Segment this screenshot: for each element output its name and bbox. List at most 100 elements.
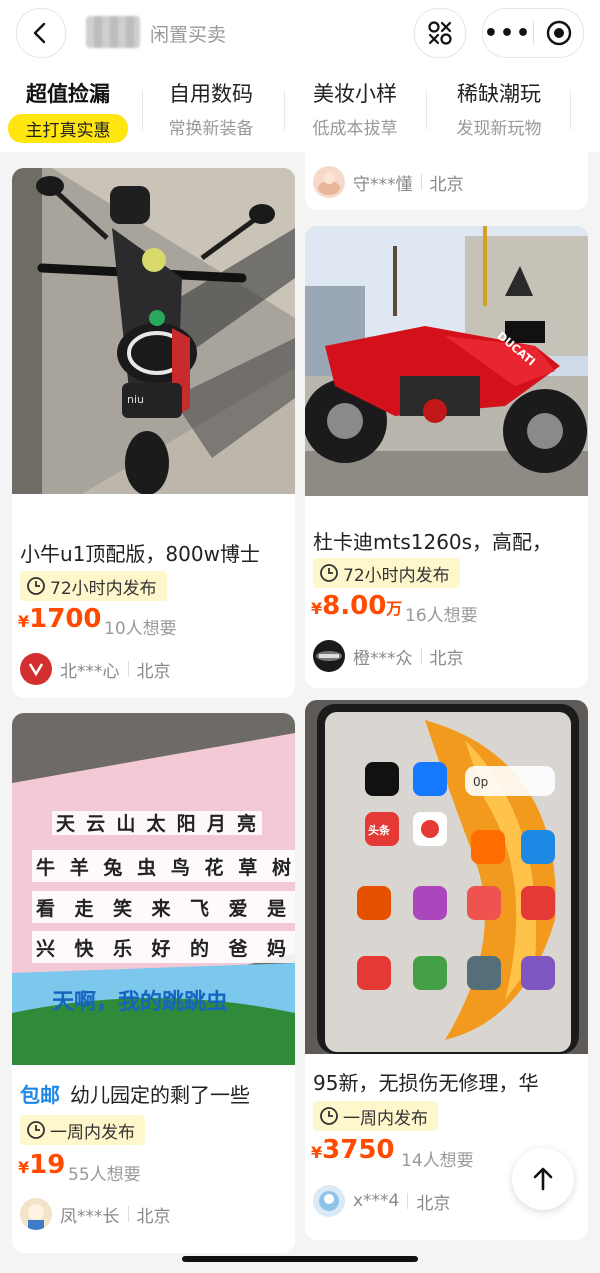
seller-row: 凤***长 北京 — [20, 1198, 171, 1230]
toutiao-label: 头条 — [368, 823, 391, 837]
want-count: 16人想要 — [405, 606, 478, 626]
tab-beauty[interactable]: 美妆小样 低成本拔草 — [302, 78, 408, 139]
widget-text: 0p — [473, 775, 488, 789]
seller-row: 北***心 北京 — [20, 653, 171, 685]
seller-row: 橙***众 北京 — [313, 640, 464, 672]
page-title: 闲置买卖 — [150, 24, 227, 46]
tab-subtitle: 低成本拔草 — [312, 119, 398, 139]
seller-city: 北京 — [429, 648, 464, 669]
publish-time-tag: 一周内发布 — [313, 1101, 438, 1131]
want-count: 55人想要 — [68, 1165, 141, 1185]
divider — [127, 661, 129, 677]
category-tabs: 超值捡漏 主打真实惠 自用数码 常换新装备 美妆小样 低成本拔草 稀缺潮玩 发现… — [0, 64, 600, 152]
price-symbol: ¥ — [18, 1158, 30, 1177]
seller-name: x***4 — [353, 1191, 400, 1211]
publish-time-text: 72小时内发布 — [343, 565, 450, 586]
tab-subtitle: 主打真实惠 — [8, 114, 128, 143]
close-target-icon — [546, 20, 571, 46]
clock-icon — [27, 1121, 45, 1139]
product-card[interactable]: niu 小牛u1顶配版，800w博士 72小时内发布 ¥1700 10人想要 北… — [12, 168, 295, 698]
price-symbol: ¥ — [18, 612, 30, 631]
arrow-up-icon — [533, 1167, 553, 1191]
more-dots-icon[interactable]: ••• — [483, 21, 533, 46]
publish-time-tag: 72小时内发布 — [20, 571, 167, 601]
scooter-brand-text: niu — [127, 393, 144, 406]
home-indicator[interactable] — [182, 1256, 418, 1262]
divider — [420, 174, 422, 190]
tab-divider — [284, 90, 285, 130]
product-title: 小牛u1顶配版，800w博士 — [20, 542, 260, 566]
tab-digital[interactable]: 自用数码 常换新装备 — [158, 78, 264, 139]
want-count: 14人想要 — [401, 1151, 474, 1171]
seller-avatar — [313, 1185, 345, 1217]
seller-row: x***4 北京 — [313, 1185, 450, 1217]
product-image: DUCATI — [305, 226, 588, 496]
seller-name: 橙***众 — [353, 648, 413, 669]
product-card[interactable]: DUCATI 杜卡迪mts1260s，高配， 72小时内发布 ¥8.00万 16… — [305, 226, 588, 688]
back-to-top-button[interactable] — [512, 1148, 574, 1210]
seller-name: 北***心 — [60, 661, 120, 682]
clock-icon — [320, 564, 338, 582]
product-card[interactable]: 天 云 山 太 阳 月 亮 牛 羊 兔 虫 鸟 花 草 树 看 走 笑 来 飞 … — [12, 713, 295, 1253]
price-value: 8.00 — [322, 591, 387, 621]
publish-time-text: 一周内发布 — [50, 1122, 135, 1143]
seller-city: 北京 — [136, 661, 171, 682]
tab-bargains[interactable]: 超值捡漏 主打真实惠 — [8, 78, 128, 143]
price-symbol: ¥ — [311, 599, 323, 618]
seller-city: 北京 — [416, 1193, 451, 1214]
mini-program-capsule: ••• — [482, 8, 584, 58]
product-title: 杜卡迪mts1260s，高配， — [313, 530, 553, 554]
back-button[interactable] — [16, 8, 66, 58]
clock-icon — [320, 1107, 338, 1125]
scan-button[interactable] — [414, 8, 466, 58]
price: ¥3750 — [311, 1135, 395, 1165]
char-row-1-text: 牛 羊 兔 虫 鸟 花 草 树 — [36, 856, 291, 879]
scan-icon — [428, 21, 452, 45]
seller-avatar — [20, 653, 52, 685]
price: ¥19 — [18, 1150, 65, 1180]
price: ¥1700 — [18, 604, 102, 634]
tab-subtitle: 发现新玩物 — [456, 119, 542, 139]
tab-divider — [426, 90, 427, 130]
clock-icon — [27, 577, 45, 595]
char-row-0: 天 云 山 太 阳 月 亮 — [52, 811, 262, 835]
want-count: 10人想要 — [104, 619, 177, 639]
seller-city: 北京 — [136, 1206, 171, 1227]
tab-title: 自用数码 — [169, 82, 253, 106]
publish-time-text: 72小时内发布 — [50, 578, 157, 599]
previous-card-footer[interactable]: 守***懂 北京 — [305, 152, 588, 210]
price-value: 3750 — [322, 1135, 395, 1165]
product-title: 95新，无损伤无修理，华 — [313, 1071, 539, 1095]
price-symbol: ¥ — [311, 1143, 323, 1162]
tab-subtitle: 常换新装备 — [168, 119, 254, 139]
product-image: 天 云 山 太 阳 月 亮 牛 羊 兔 虫 鸟 花 草 树 看 走 笑 来 飞 … — [12, 713, 295, 1065]
char-row-3: 兴 快 乐 好 的 爸 妈 — [32, 931, 295, 963]
seller-name: 凤***长 — [60, 1206, 120, 1227]
publish-time-text: 一周内发布 — [343, 1108, 428, 1129]
price: ¥8.00万 — [311, 591, 402, 621]
seller-avatar — [313, 640, 345, 672]
tab-divider — [570, 90, 571, 130]
price-unit: 万 — [386, 599, 403, 618]
tab-toys[interactable]: 稀缺潮玩 发现新玩物 — [446, 78, 552, 139]
divider — [127, 1206, 129, 1222]
product-title-text: 幼儿园定的剩了一些 — [70, 1083, 250, 1107]
publish-time-tag: 一周内发布 — [20, 1115, 145, 1145]
publish-time-tag: 72小时内发布 — [313, 558, 460, 588]
tab-title: 超值捡漏 — [26, 82, 110, 106]
price-value: 1700 — [29, 604, 102, 634]
seller-avatar — [313, 166, 345, 198]
seller-row: 守***懂 北京 — [313, 166, 464, 198]
book-title-text: 天啊，我的跳跳虫 — [52, 989, 228, 1015]
close-target-button[interactable] — [534, 19, 583, 47]
blurred-account-name — [86, 16, 140, 48]
product-image: 0p 头条 — [305, 700, 588, 1054]
char-row-2: 看 走 笑 来 飞 爱 是 — [32, 891, 295, 923]
seller-avatar — [20, 1198, 52, 1230]
top-bar: 闲置买卖 ••• — [0, 0, 600, 64]
price-value: 19 — [29, 1150, 66, 1180]
tab-divider — [142, 90, 143, 130]
tab-title: 美妆小样 — [313, 82, 397, 106]
back-arrow-icon — [33, 22, 46, 44]
seller-name: 守***懂 — [353, 174, 413, 195]
